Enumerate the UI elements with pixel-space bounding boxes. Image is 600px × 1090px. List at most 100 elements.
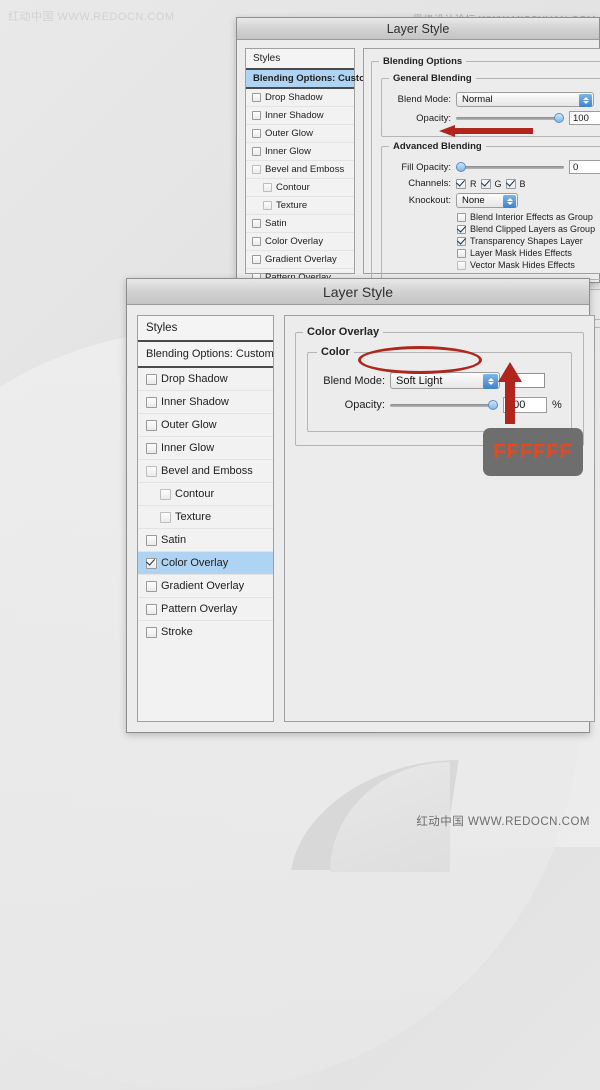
checkbox-icon[interactable]: [457, 237, 466, 246]
checkbox-icon[interactable]: [457, 249, 466, 258]
checkbox-icon[interactable]: [457, 225, 466, 234]
sidebar-item-drop-shadow-bottom[interactable]: Drop Shadow: [138, 368, 273, 391]
checkbox-icon[interactable]: [146, 627, 157, 638]
titlebar-bottom[interactable]: Layer Style: [127, 279, 589, 305]
sidebar-item-gradient-overlay-bottom[interactable]: Gradient Overlay: [138, 575, 273, 598]
sidebar-item-color-overlay-top[interactable]: Color Overlay: [246, 233, 354, 251]
fill-opacity-input[interactable]: 0: [569, 160, 600, 174]
color-overlay-pane: Color Overlay Color Blend Mode: Soft Lig…: [284, 315, 595, 722]
checkbox-vector-mask-hides-effects[interactable]: Vector Mask Hides Effects: [457, 260, 600, 270]
sidebar-item-outer-glow-top[interactable]: Outer Glow: [246, 125, 354, 143]
stepper-arrows-icon[interactable]: [483, 374, 498, 389]
color-code-callout: FFFFFF: [483, 428, 583, 476]
sidebar-item-label: Texture: [175, 511, 211, 523]
checkbox-layer-mask-hides-effects[interactable]: Layer Mask Hides Effects: [457, 248, 600, 258]
checkbox-label: Layer Mask Hides Effects: [470, 248, 572, 258]
opacity-input-top[interactable]: 100: [569, 111, 600, 125]
checkbox-icon[interactable]: [263, 201, 272, 210]
checkbox-icon[interactable]: [146, 604, 157, 615]
checkbox-icon[interactable]: [252, 111, 261, 120]
opacity-slider-top[interactable]: [456, 112, 564, 124]
background-swoosh-shape: [291, 760, 458, 870]
styles-sidebar-bottom[interactable]: Styles Blending Options: Custom Drop Sha…: [137, 315, 274, 722]
checkbox-icon[interactable]: [252, 165, 261, 174]
sidebar-item-blending-options-top[interactable]: Blending Options: Custom: [246, 70, 354, 89]
sidebar-item-bevel-and-emboss-bottom[interactable]: Bevel and Emboss: [138, 460, 273, 483]
slider-track: [456, 117, 564, 120]
sidebar-item-inner-shadow-bottom[interactable]: Inner Shadow: [138, 391, 273, 414]
sidebar-item-label: Inner Shadow: [161, 396, 229, 408]
checkbox-blend-interior-effects[interactable]: Blend Interior Effects as Group: [457, 212, 600, 222]
sidebar-item-contour-bottom[interactable]: Contour: [138, 483, 273, 506]
checkbox-icon[interactable]: [252, 219, 261, 228]
sidebar-item-satin-top[interactable]: Satin: [246, 215, 354, 233]
layer-style-dialog-top[interactable]: Layer Style Styles Blending Options: Cus…: [236, 17, 600, 283]
stepper-arrows-icon[interactable]: [503, 195, 516, 208]
checkbox-g-icon[interactable]: [481, 179, 491, 189]
opacity-input-bottom[interactable]: 100: [503, 397, 547, 413]
slider-knob[interactable]: [554, 113, 564, 123]
checkbox-icon[interactable]: [252, 255, 261, 264]
checkbox-transparency-shapes-layer[interactable]: Transparency Shapes Layer: [457, 236, 600, 246]
sidebar-item-stroke-bottom[interactable]: Stroke: [138, 621, 273, 643]
sidebar-item-inner-shadow-top[interactable]: Inner Shadow: [246, 107, 354, 125]
knockout-select[interactable]: None: [456, 193, 518, 208]
checkbox-icon[interactable]: [457, 213, 466, 222]
sidebar-item-inner-glow-bottom[interactable]: Inner Glow: [138, 437, 273, 460]
fill-opacity-slider[interactable]: [456, 161, 564, 173]
checkbox-icon[interactable]: [160, 489, 171, 500]
sidebar-item-pattern-overlay-bottom[interactable]: Pattern Overlay: [138, 598, 273, 621]
checkbox-icon[interactable]: [146, 581, 157, 592]
sidebar-item-blending-options-bottom[interactable]: Blending Options: Custom: [138, 342, 273, 368]
checkbox-icon[interactable]: [252, 93, 261, 102]
styles-sidebar-top[interactable]: Styles Blending Options: Custom Drop Sha…: [245, 48, 355, 274]
sidebar-item-label: Satin: [161, 534, 186, 546]
checkbox-b-icon[interactable]: [506, 179, 516, 189]
sidebar-item-gradient-overlay-top[interactable]: Gradient Overlay: [246, 251, 354, 269]
sidebar-item-inner-glow-top[interactable]: Inner Glow: [246, 143, 354, 161]
checkbox-icon[interactable]: [146, 466, 157, 477]
checkbox-icon[interactable]: [146, 420, 157, 431]
titlebar-top[interactable]: Layer Style: [237, 18, 599, 40]
layer-style-dialog-bottom[interactable]: Layer Style Styles Blending Options: Cus…: [126, 278, 590, 733]
blend-mode-value-bottom: Soft Light: [396, 375, 442, 387]
advanced-blending-legend: Advanced Blending: [389, 141, 486, 152]
sidebar-item-satin-bottom[interactable]: Satin: [138, 529, 273, 552]
slider-knob[interactable]: [456, 162, 466, 172]
color-swatch-button[interactable]: [511, 373, 545, 388]
checkbox-icon[interactable]: [252, 237, 261, 246]
sidebar-item-color-overlay-bottom[interactable]: Color Overlay: [138, 552, 273, 575]
sidebar-item-label: Outer Glow: [265, 128, 313, 139]
checkbox-icon[interactable]: [146, 443, 157, 454]
sidebar-item-texture-bottom[interactable]: Texture: [138, 506, 273, 529]
slider-knob[interactable]: [488, 400, 498, 410]
blend-mode-select-bottom[interactable]: Soft Light: [390, 372, 500, 389]
checkbox-icon[interactable]: [146, 535, 157, 546]
sidebar-item-label: Gradient Overlay: [265, 254, 337, 265]
slider-track: [456, 166, 564, 169]
sidebar-item-drop-shadow-top[interactable]: Drop Shadow: [246, 89, 354, 107]
channel-label-g: G: [495, 179, 502, 189]
checkbox-blend-clipped-layers[interactable]: Blend Clipped Layers as Group: [457, 224, 600, 234]
opacity-slider-bottom[interactable]: [390, 399, 498, 411]
sidebar-item-outer-glow-bottom[interactable]: Outer Glow: [138, 414, 273, 437]
channel-label-r: R: [470, 179, 477, 189]
color-code-text: FFFFFF: [493, 441, 572, 464]
checkbox-r-icon[interactable]: [456, 179, 466, 189]
sidebar-item-bevel-and-emboss-top[interactable]: Bevel and Emboss: [246, 161, 354, 179]
checkbox-icon[interactable]: [252, 147, 261, 156]
checkbox-icon[interactable]: [146, 374, 157, 385]
checkbox-icon[interactable]: [263, 183, 272, 192]
checkbox-icon[interactable]: [146, 558, 157, 569]
dialog-title-top: Layer Style: [387, 22, 450, 36]
checkbox-icon[interactable]: [252, 129, 261, 138]
sidebar-item-label: Inner Shadow: [265, 110, 324, 121]
checkbox-icon[interactable]: [146, 397, 157, 408]
sidebar-item-texture-top[interactable]: Texture: [246, 197, 354, 215]
blend-mode-select-top[interactable]: Normal: [456, 92, 594, 107]
sidebar-item-label: Satin: [265, 218, 287, 229]
stepper-arrows-icon[interactable]: [579, 94, 592, 107]
checkbox-icon[interactable]: [457, 261, 466, 270]
checkbox-icon[interactable]: [160, 512, 171, 523]
sidebar-item-contour-top[interactable]: Contour: [246, 179, 354, 197]
